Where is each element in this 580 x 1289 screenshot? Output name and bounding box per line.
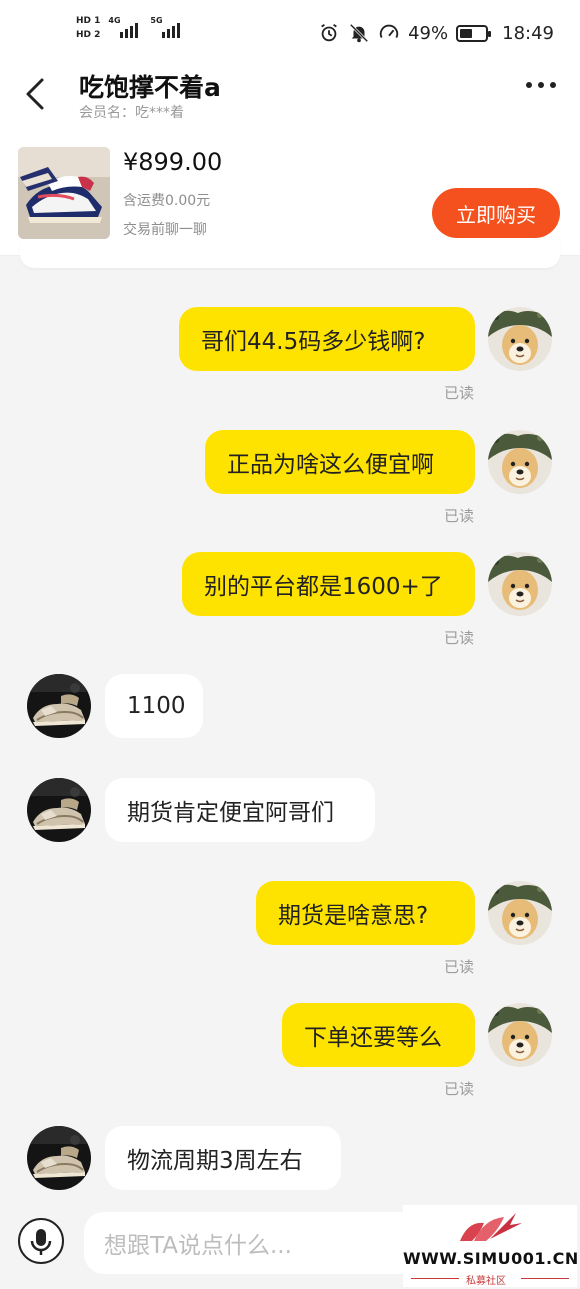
my-avatar[interactable]	[488, 881, 552, 945]
signal-4g-icon: 4G	[108, 16, 139, 38]
watermark-subtext: 私募社区	[466, 1276, 506, 1287]
message-bubble[interactable]: 哥们44.5码多少钱啊?	[179, 307, 475, 371]
read-receipt: 已读	[444, 629, 475, 647]
watermark: WWW.SIMU001.CN 私募社区	[403, 1205, 579, 1287]
watermark-logo-icon	[460, 1213, 522, 1241]
battery-fill	[460, 28, 473, 38]
buy-now-button[interactable]: 立即购买	[432, 188, 560, 238]
message-bubble[interactable]: 别的平台都是1600+了	[182, 552, 475, 616]
message-bubble[interactable]: 期货是啥意思?	[256, 881, 475, 945]
hd-badge-2: HD 2	[76, 30, 101, 40]
contact-avatar[interactable]	[27, 778, 91, 842]
shipping-fee: 含运费0.00元	[123, 193, 211, 209]
network-indicators: HD 1 HD 2 4G 5G	[76, 16, 181, 40]
read-receipt: 已读	[444, 1080, 475, 1098]
microphone-icon[interactable]	[18, 1218, 64, 1264]
member-name: 会员名：吃***着	[79, 105, 184, 121]
product-price: ¥899.00	[123, 148, 223, 176]
read-receipt: 已读	[444, 384, 475, 402]
watermark-text: WWW.SIMU001.CN	[403, 1249, 579, 1268]
chat-header: 吃饱撑不着a 会员名：吃***着	[0, 62, 580, 128]
status-right: 49% 18:49	[318, 22, 554, 44]
contact-name: 吃饱撑不着a	[79, 73, 221, 102]
status-bar: HD 1 HD 2 4G 5G 49% 18:49	[0, 0, 580, 62]
read-receipt: 已读	[444, 507, 475, 525]
previous-card-edge	[20, 240, 560, 268]
contact-avatar[interactable]	[27, 1126, 91, 1190]
read-receipt: 已读	[444, 958, 475, 976]
battery-percent: 49%	[408, 22, 449, 44]
hd-badge-1: HD 1	[76, 16, 101, 26]
message-bubble[interactable]: 1100	[105, 674, 203, 738]
mute-bell-icon	[349, 23, 369, 43]
contact-avatar[interactable]	[27, 674, 91, 738]
product-bar: ¥899.00 含运费0.00元 交易前聊一聊 立即购买	[0, 128, 580, 256]
message-bubble[interactable]: 期货肯定便宜阿哥们	[105, 778, 375, 842]
my-avatar[interactable]	[488, 552, 552, 616]
my-avatar[interactable]	[488, 307, 552, 371]
my-avatar[interactable]	[488, 1003, 552, 1067]
message-bubble[interactable]: 物流周期3周左右	[105, 1126, 341, 1190]
sneaker-image	[18, 147, 110, 239]
my-avatar[interactable]	[488, 430, 552, 494]
pre-trade-note: 交易前聊一聊	[123, 222, 207, 238]
alarm-icon	[321, 23, 337, 42]
back-arrow-icon[interactable]	[22, 76, 52, 112]
speed-gauge-icon	[379, 24, 399, 39]
more-options-icon[interactable]	[526, 82, 556, 88]
message-bubble[interactable]: 下单还要等么	[282, 1003, 475, 1067]
signal-5g-icon: 5G	[150, 16, 181, 38]
product-thumbnail[interactable]	[18, 147, 110, 239]
message-bubble[interactable]: 正品为啥这么便宜啊	[205, 430, 475, 494]
clock-time: 18:49	[502, 22, 554, 44]
battery-icon	[456, 24, 492, 42]
